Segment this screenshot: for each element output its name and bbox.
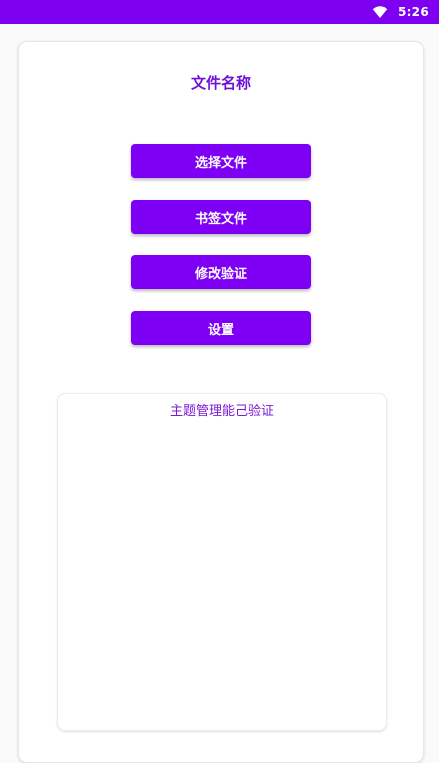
status-bar: 5:26 bbox=[0, 0, 439, 24]
wifi-icon bbox=[372, 4, 388, 20]
select-file-button[interactable]: 选择文件 bbox=[131, 144, 311, 178]
main-card: 文件名称 选择文件 书签文件 修改验证 设置 主题管理能己验证 bbox=[18, 41, 424, 763]
info-panel: 主题管理能己验证 bbox=[57, 393, 387, 731]
page-title: 文件名称 bbox=[190, 74, 251, 92]
modify-verification-button[interactable]: 修改验证 bbox=[131, 255, 311, 289]
info-panel-title: 主题管理能己验证 bbox=[169, 404, 274, 419]
bookmark-file-button[interactable]: 书签文件 bbox=[131, 200, 311, 234]
settings-button[interactable]: 设置 bbox=[131, 311, 311, 345]
status-time: 5:26 bbox=[397, 5, 429, 19]
